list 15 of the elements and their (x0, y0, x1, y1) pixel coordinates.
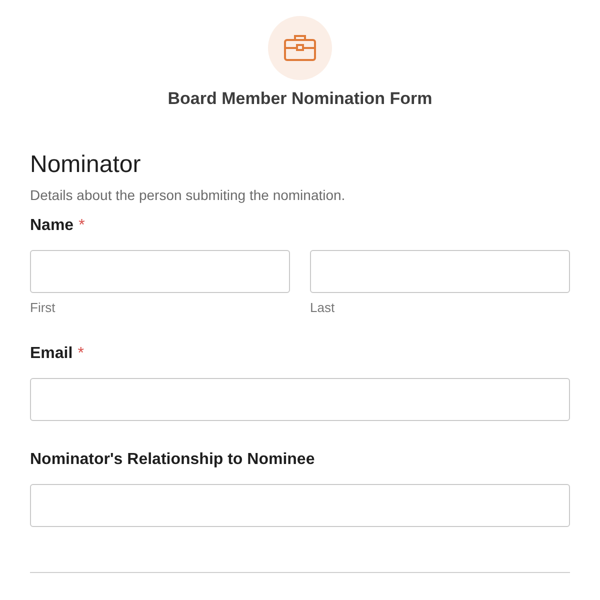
section-heading: Nominator (30, 151, 142, 179)
input-field[interactable] (30, 484, 570, 527)
field-sublabel: First (30, 300, 56, 315)
required-mark: * (78, 345, 84, 363)
section-description: Details about the person submiting the nomination. (30, 187, 346, 203)
field-label: Nominator's Relationship to Nominee (30, 451, 315, 469)
required-mark: * (78, 217, 85, 235)
input-field[interactable] (30, 250, 290, 293)
field-label: Email (30, 345, 73, 363)
briefcase-icon (283, 34, 317, 62)
input-field[interactable] (310, 250, 570, 293)
field-sublabel: Last (310, 300, 336, 315)
field-label: Name (30, 217, 74, 235)
form-title: Board Member Nomination Form (168, 89, 432, 109)
input-field[interactable] (30, 378, 570, 421)
